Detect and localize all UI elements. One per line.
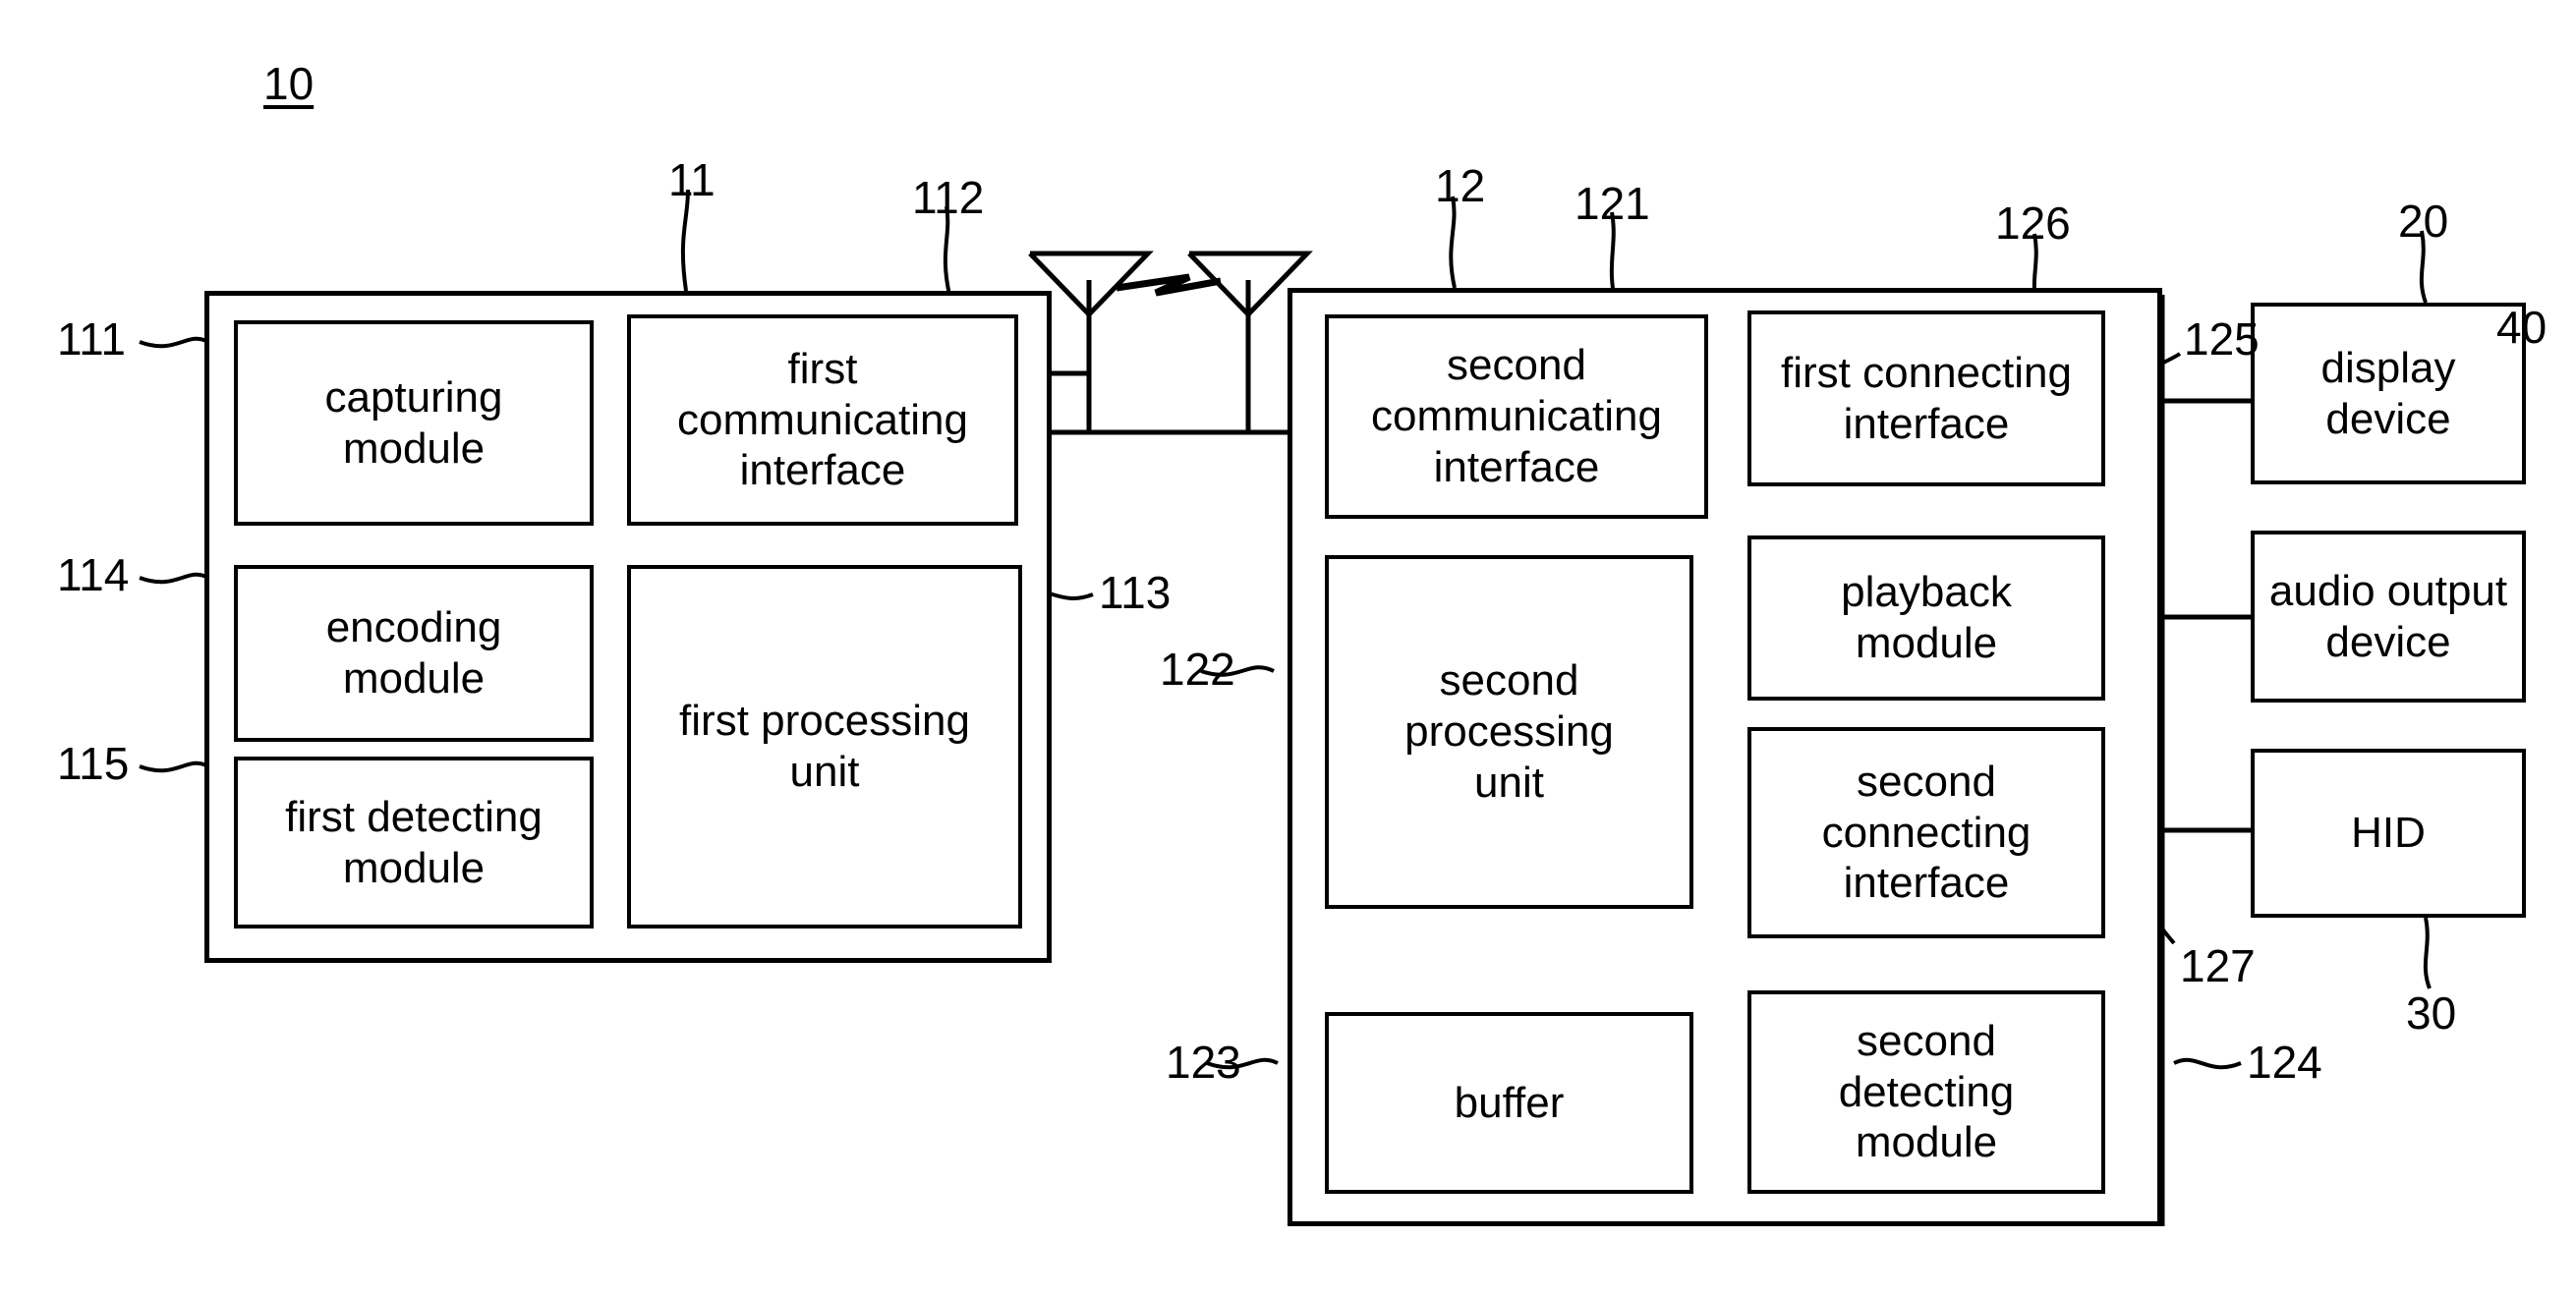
- playback-module[interactable]: playback module: [1747, 535, 2105, 701]
- second-communicating-interface-label: second communicating interface: [1371, 341, 1662, 491]
- first-communicating-interface[interactable]: first communicating interface: [627, 314, 1018, 526]
- first-connecting-interface-label: first connecting interface: [1781, 348, 2072, 448]
- capturing-module-label: capturing module: [324, 372, 503, 473]
- ref-122: 122: [1160, 644, 1235, 695]
- second-processing-unit[interactable]: second processing unit: [1325, 555, 1693, 909]
- second-connecting-interface[interactable]: second connecting interface: [1747, 727, 2105, 938]
- ref-111: 111: [57, 313, 126, 365]
- ref-121: 121: [1574, 178, 1650, 229]
- ref-115: 115: [57, 738, 130, 789]
- audio-output-device-label: audio output device: [2268, 566, 2508, 666]
- hid[interactable]: HID: [2251, 749, 2526, 918]
- buffer-label: buffer: [1454, 1078, 1565, 1127]
- first-detecting-module[interactable]: first detecting module: [234, 757, 594, 929]
- playback-module-label: playback module: [1841, 568, 2012, 667]
- encoding-module[interactable]: encoding module: [234, 565, 594, 742]
- encoding-module-label: encoding module: [325, 603, 502, 703]
- ref-125: 125: [2184, 313, 2260, 365]
- first-processing-unit-label: first processing unit: [679, 697, 970, 796]
- ref-123: 123: [1166, 1037, 1241, 1088]
- ref-20: 20: [2398, 196, 2449, 247]
- display-device[interactable]: display device: [2251, 303, 2526, 484]
- ref-124: 124: [2247, 1037, 2322, 1088]
- ref-12: 12: [1435, 160, 1486, 211]
- ref-126: 126: [1995, 197, 2071, 249]
- first-communicating-interface-label: first communicating interface: [677, 344, 968, 495]
- second-detecting-module-label: second detecting module: [1838, 1016, 2015, 1167]
- ref-11: 11: [668, 154, 716, 205]
- first-connecting-interface[interactable]: first connecting interface: [1747, 310, 2105, 486]
- capturing-module[interactable]: capturing module: [234, 320, 594, 526]
- second-communicating-interface[interactable]: second communicating interface: [1325, 314, 1708, 519]
- ref-114: 114: [57, 549, 130, 600]
- display-device-label: display device: [2320, 343, 2456, 443]
- hid-label: HID: [2351, 809, 2426, 858]
- buffer[interactable]: buffer: [1325, 1012, 1693, 1194]
- ref-112: 112: [912, 172, 985, 223]
- system-ref-10: 10: [263, 58, 315, 109]
- ref-113: 113: [1099, 567, 1172, 618]
- ref-127: 127: [2180, 940, 2256, 991]
- ref-30: 30: [2406, 987, 2457, 1039]
- ref-40: 40: [2496, 302, 2547, 353]
- first-detecting-module-label: first detecting module: [285, 792, 543, 892]
- second-connecting-interface-label: second connecting interface: [1821, 757, 2032, 908]
- first-processing-unit[interactable]: first processing unit: [627, 565, 1022, 929]
- second-processing-unit-label: second processing unit: [1404, 656, 1614, 807]
- second-detecting-module[interactable]: second detecting module: [1747, 990, 2105, 1194]
- patent-figure-canvas: capturing module encoding module first d…: [0, 0, 2576, 1295]
- audio-output-device[interactable]: audio output device: [2251, 531, 2526, 703]
